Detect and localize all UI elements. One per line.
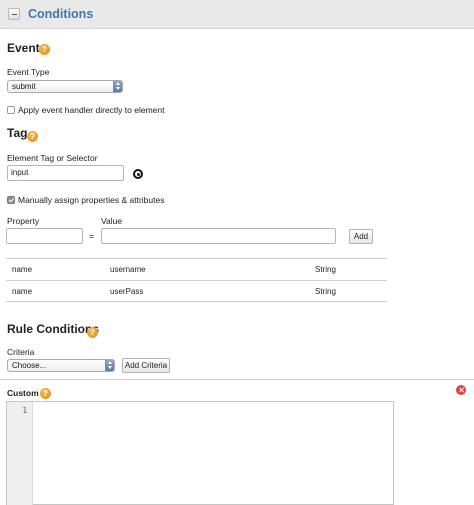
row-type: String — [315, 287, 336, 296]
property-input[interactable] — [6, 228, 83, 244]
line-number: 1 — [22, 406, 27, 415]
criteria-select[interactable]: Choose... — [7, 359, 115, 372]
properties-table: name username String name userPass Strin… — [6, 258, 387, 302]
collapse-button[interactable] — [8, 8, 20, 20]
header-title: Conditions — [28, 7, 94, 21]
tag-title: Tag — [7, 126, 28, 140]
manual-assign-checkbox[interactable] — [7, 196, 15, 204]
row-value: userPass — [110, 287, 144, 296]
value-input[interactable] — [101, 228, 336, 244]
conditions-header: Conditions — [0, 0, 474, 29]
apply-directly-checkbox[interactable] — [7, 106, 15, 114]
manual-assign-label: Manually assign properties & attributes — [18, 195, 165, 205]
select-arrows-icon — [113, 81, 122, 92]
rule-conditions-title: Rule Conditions — [7, 322, 99, 336]
rule-conditions-help-icon[interactable]: ? — [87, 327, 98, 338]
remove-condition-icon[interactable] — [456, 385, 466, 395]
selector-label: Element Tag or Selector — [7, 153, 98, 163]
event-title: Event — [7, 41, 40, 55]
row-name: name — [12, 287, 33, 296]
custom-label: Custom — [7, 388, 39, 398]
event-help-icon[interactable]: ? — [39, 44, 50, 55]
row-name: name — [12, 265, 33, 274]
target-selector-icon[interactable] — [133, 169, 143, 179]
criteria-value: Choose... — [12, 361, 47, 370]
add-button[interactable]: Add — [349, 229, 373, 244]
row-type: String — [315, 265, 336, 274]
tag-help-icon[interactable]: ? — [27, 131, 38, 142]
custom-help-icon[interactable]: ? — [40, 388, 51, 399]
event-type-select[interactable]: submit — [7, 80, 123, 93]
editor-gutter: 1 — [7, 402, 33, 505]
custom-code-editor[interactable]: 1 — [6, 401, 394, 505]
add-criteria-button[interactable]: Add Criteria — [122, 358, 170, 373]
event-type-label: Event Type — [7, 67, 50, 77]
value-label: Value — [101, 216, 123, 226]
table-row: name username String — [6, 258, 387, 280]
property-label: Property — [7, 216, 40, 226]
select-arrows-icon — [105, 360, 114, 371]
equals-sign: = — [89, 231, 94, 241]
row-value: username — [110, 265, 146, 274]
event-type-value: submit — [12, 82, 36, 91]
selector-input[interactable]: input — [7, 165, 124, 181]
apply-directly-label: Apply event handler directly to element — [18, 105, 165, 115]
divider — [0, 379, 474, 380]
criteria-label: Criteria — [7, 347, 35, 357]
table-row: name userPass String — [6, 280, 387, 302]
